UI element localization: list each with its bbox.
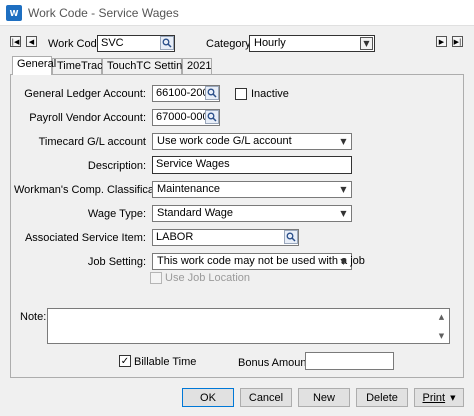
next-record-button[interactable]: ▶	[436, 36, 447, 47]
cancel-label: Cancel	[248, 391, 284, 404]
new-button[interactable]: New	[298, 388, 350, 407]
work-code-value: SVC	[101, 37, 124, 49]
gl-account-lookup-button[interactable]	[205, 86, 219, 100]
chevron-down-icon: ▼	[340, 137, 347, 146]
inactive-label: Inactive	[251, 88, 289, 100]
job-setting-select[interactable]: This work code may not be used with a jo…	[152, 253, 365, 270]
timecard-gl-value: Use work code G/L account	[157, 135, 292, 147]
gl-account-value: 66100-200	[156, 87, 209, 99]
note-textarea[interactable]	[47, 308, 450, 344]
ok-label: OK	[200, 391, 216, 404]
category-label: Category:	[206, 38, 254, 50]
chevron-down-icon: ▼	[360, 37, 373, 50]
job-setting-value: This work code may not be used with a jo…	[157, 255, 365, 267]
new-label: New	[312, 391, 335, 404]
chevron-down-icon: ▼	[340, 185, 347, 194]
ok-button[interactable]: OK	[182, 388, 234, 407]
note-scroll-up-button[interactable]: ▲	[434, 309, 449, 324]
print-button[interactable]: Print ▼	[414, 388, 464, 407]
chevron-down-icon: ▼	[450, 393, 456, 402]
workmans-comp-label: Workman's Comp. Classification:	[14, 184, 175, 196]
billable-time-checkbox[interactable]: ✓	[119, 355, 131, 367]
timecard-gl-label: Timecard G/L account	[38, 136, 146, 148]
chevron-down-icon: ▼	[438, 331, 445, 340]
last-record-button[interactable]: ▶|	[452, 36, 463, 47]
payroll-vendor-lookup-button[interactable]	[205, 110, 219, 124]
previous-record-button[interactable]: ◀	[26, 36, 37, 47]
service-item-label: Associated Service Item:	[24, 232, 146, 244]
work-code-lookup-button[interactable]	[160, 36, 174, 50]
skip-forward-icon: ▶|	[453, 37, 462, 46]
chevron-up-icon: ▲	[438, 312, 445, 321]
use-job-location-label: Use Job Location	[165, 272, 250, 284]
gl-account-label: General Ledger Account:	[24, 88, 146, 100]
print-label: Print	[422, 391, 446, 404]
bonus-amount-input[interactable]	[305, 352, 394, 370]
wage-type-select[interactable]: Standard Wage ▼	[152, 205, 352, 222]
service-item-lookup-button[interactable]	[284, 230, 298, 244]
description-value: Service Wages	[156, 158, 230, 170]
magnifier-icon	[207, 112, 217, 122]
description-input[interactable]: Service Wages	[152, 156, 352, 174]
category-select[interactable]: Hourly ▼	[249, 35, 375, 52]
tab-general[interactable]: General	[12, 56, 56, 75]
tab-timetrack[interactable]: TimeTrack	[52, 58, 108, 74]
arrow-right-icon: ▶	[438, 37, 445, 46]
note-scroll-down-button[interactable]: ▼	[434, 328, 449, 343]
billable-time-label: Billable Time	[134, 356, 197, 368]
magnifier-icon	[207, 88, 217, 98]
bonus-amount-label: Bonus Amount:	[238, 357, 313, 369]
service-item-value: LABOR	[156, 231, 194, 243]
note-label: Note:	[20, 311, 47, 323]
tab-2021[interactable]: 2021	[182, 58, 212, 74]
skip-back-icon: |◀	[11, 37, 20, 46]
window-title: Work Code - Service Wages	[28, 6, 179, 20]
workmans-comp-select[interactable]: Maintenance ▼	[152, 181, 352, 198]
arrow-left-icon: ◀	[28, 37, 35, 46]
service-item-input[interactable]: LABOR	[152, 229, 299, 246]
use-job-location-checkbox	[150, 272, 162, 284]
wage-type-label: Wage Type:	[87, 208, 146, 220]
delete-label: Delete	[366, 391, 398, 404]
wage-type-value: Standard Wage	[157, 207, 234, 219]
magnifier-icon	[162, 38, 172, 48]
first-record-button[interactable]: |◀	[10, 36, 21, 47]
magnifier-icon	[286, 232, 296, 242]
app-logo-icon: W	[6, 5, 22, 21]
payroll-vendor-value: 67000-000	[156, 111, 209, 123]
checkmark-icon: ✓	[120, 355, 130, 367]
job-setting-label: Job Setting:	[87, 256, 146, 268]
payroll-vendor-label: Payroll Vendor Account:	[29, 112, 146, 124]
tab-touchtc-settings[interactable]: TouchTC Settings	[102, 58, 194, 74]
timecard-gl-select[interactable]: Use work code G/L account ▼	[152, 133, 352, 150]
chevron-down-icon: ▼	[340, 209, 347, 218]
delete-button[interactable]: Delete	[356, 388, 408, 407]
chevron-down-icon: ▼	[340, 257, 347, 266]
inactive-checkbox[interactable]	[235, 88, 247, 100]
workmans-comp-value: Maintenance	[157, 183, 220, 195]
cancel-button[interactable]: Cancel	[240, 388, 292, 407]
description-label: Description:	[87, 160, 146, 172]
category-value: Hourly	[254, 37, 286, 49]
